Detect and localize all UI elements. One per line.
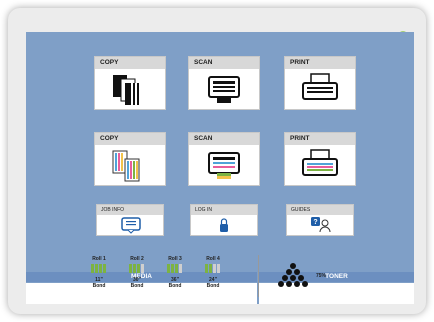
roll-4[interactable]: Roll 4 24" Bond bbox=[198, 256, 228, 289]
toner-percent: 75% bbox=[316, 273, 327, 279]
roll-name: Roll 1 bbox=[92, 256, 106, 262]
print-icon bbox=[302, 73, 338, 100]
roll-name: Roll 2 bbox=[130, 256, 144, 262]
roll-type: Bond bbox=[92, 283, 106, 289]
print-icon bbox=[302, 149, 338, 176]
panel-divider bbox=[258, 255, 259, 297]
roll-type: Bond bbox=[168, 283, 182, 289]
scan-icon bbox=[208, 76, 240, 103]
roll-name: Roll 4 bbox=[206, 256, 220, 262]
copy-icon bbox=[112, 150, 140, 182]
tile-label: COPY bbox=[95, 57, 165, 69]
scan-bw-tile[interactable]: SCAN bbox=[188, 56, 260, 110]
log-in-tile[interactable]: LOG IN bbox=[190, 204, 258, 236]
job-info-tile[interactable]: JOB INFO bbox=[96, 204, 164, 236]
roll-2[interactable]: Roll 2 30" Bond bbox=[122, 256, 152, 289]
tile-label: GUIDES bbox=[287, 205, 353, 215]
tile-label: SCAN bbox=[189, 57, 259, 69]
print-bw-tile[interactable]: PRINT bbox=[284, 56, 356, 110]
roll-name: Roll 3 bbox=[168, 256, 182, 262]
roll-type: Bond bbox=[130, 283, 144, 289]
guides-icon: ? bbox=[311, 217, 331, 233]
roll-type: Bond bbox=[206, 283, 220, 289]
tile-label: PRINT bbox=[285, 133, 355, 145]
copy-color-tile[interactable]: COPY bbox=[94, 132, 166, 186]
guides-tile[interactable]: GUIDES ? bbox=[286, 204, 354, 236]
tile-label: COPY bbox=[95, 133, 165, 145]
tile-label: PRINT bbox=[285, 57, 355, 69]
roll-icon bbox=[167, 264, 182, 273]
print-color-tile[interactable]: PRINT bbox=[284, 132, 356, 186]
tile-label: LOG IN bbox=[191, 205, 257, 215]
job-info-icon bbox=[121, 217, 141, 234]
roll-1[interactable]: Roll 1 11" Bond bbox=[84, 256, 114, 289]
copy-bw-tile[interactable]: COPY bbox=[94, 56, 166, 110]
scan-icon bbox=[208, 152, 240, 179]
toner-icon bbox=[278, 263, 308, 287]
roll-icon bbox=[91, 264, 106, 273]
log-in-icon bbox=[220, 218, 228, 232]
roll-icon bbox=[129, 264, 144, 273]
tile-label: SCAN bbox=[189, 133, 259, 145]
scan-color-tile[interactable]: SCAN bbox=[188, 132, 260, 186]
copy-icon bbox=[113, 75, 139, 105]
tile-label: JOB INFO bbox=[97, 205, 163, 215]
svg-text:?: ? bbox=[313, 219, 317, 226]
roll-3[interactable]: Roll 3 36" Bond bbox=[160, 256, 190, 289]
roll-icon bbox=[205, 264, 220, 273]
